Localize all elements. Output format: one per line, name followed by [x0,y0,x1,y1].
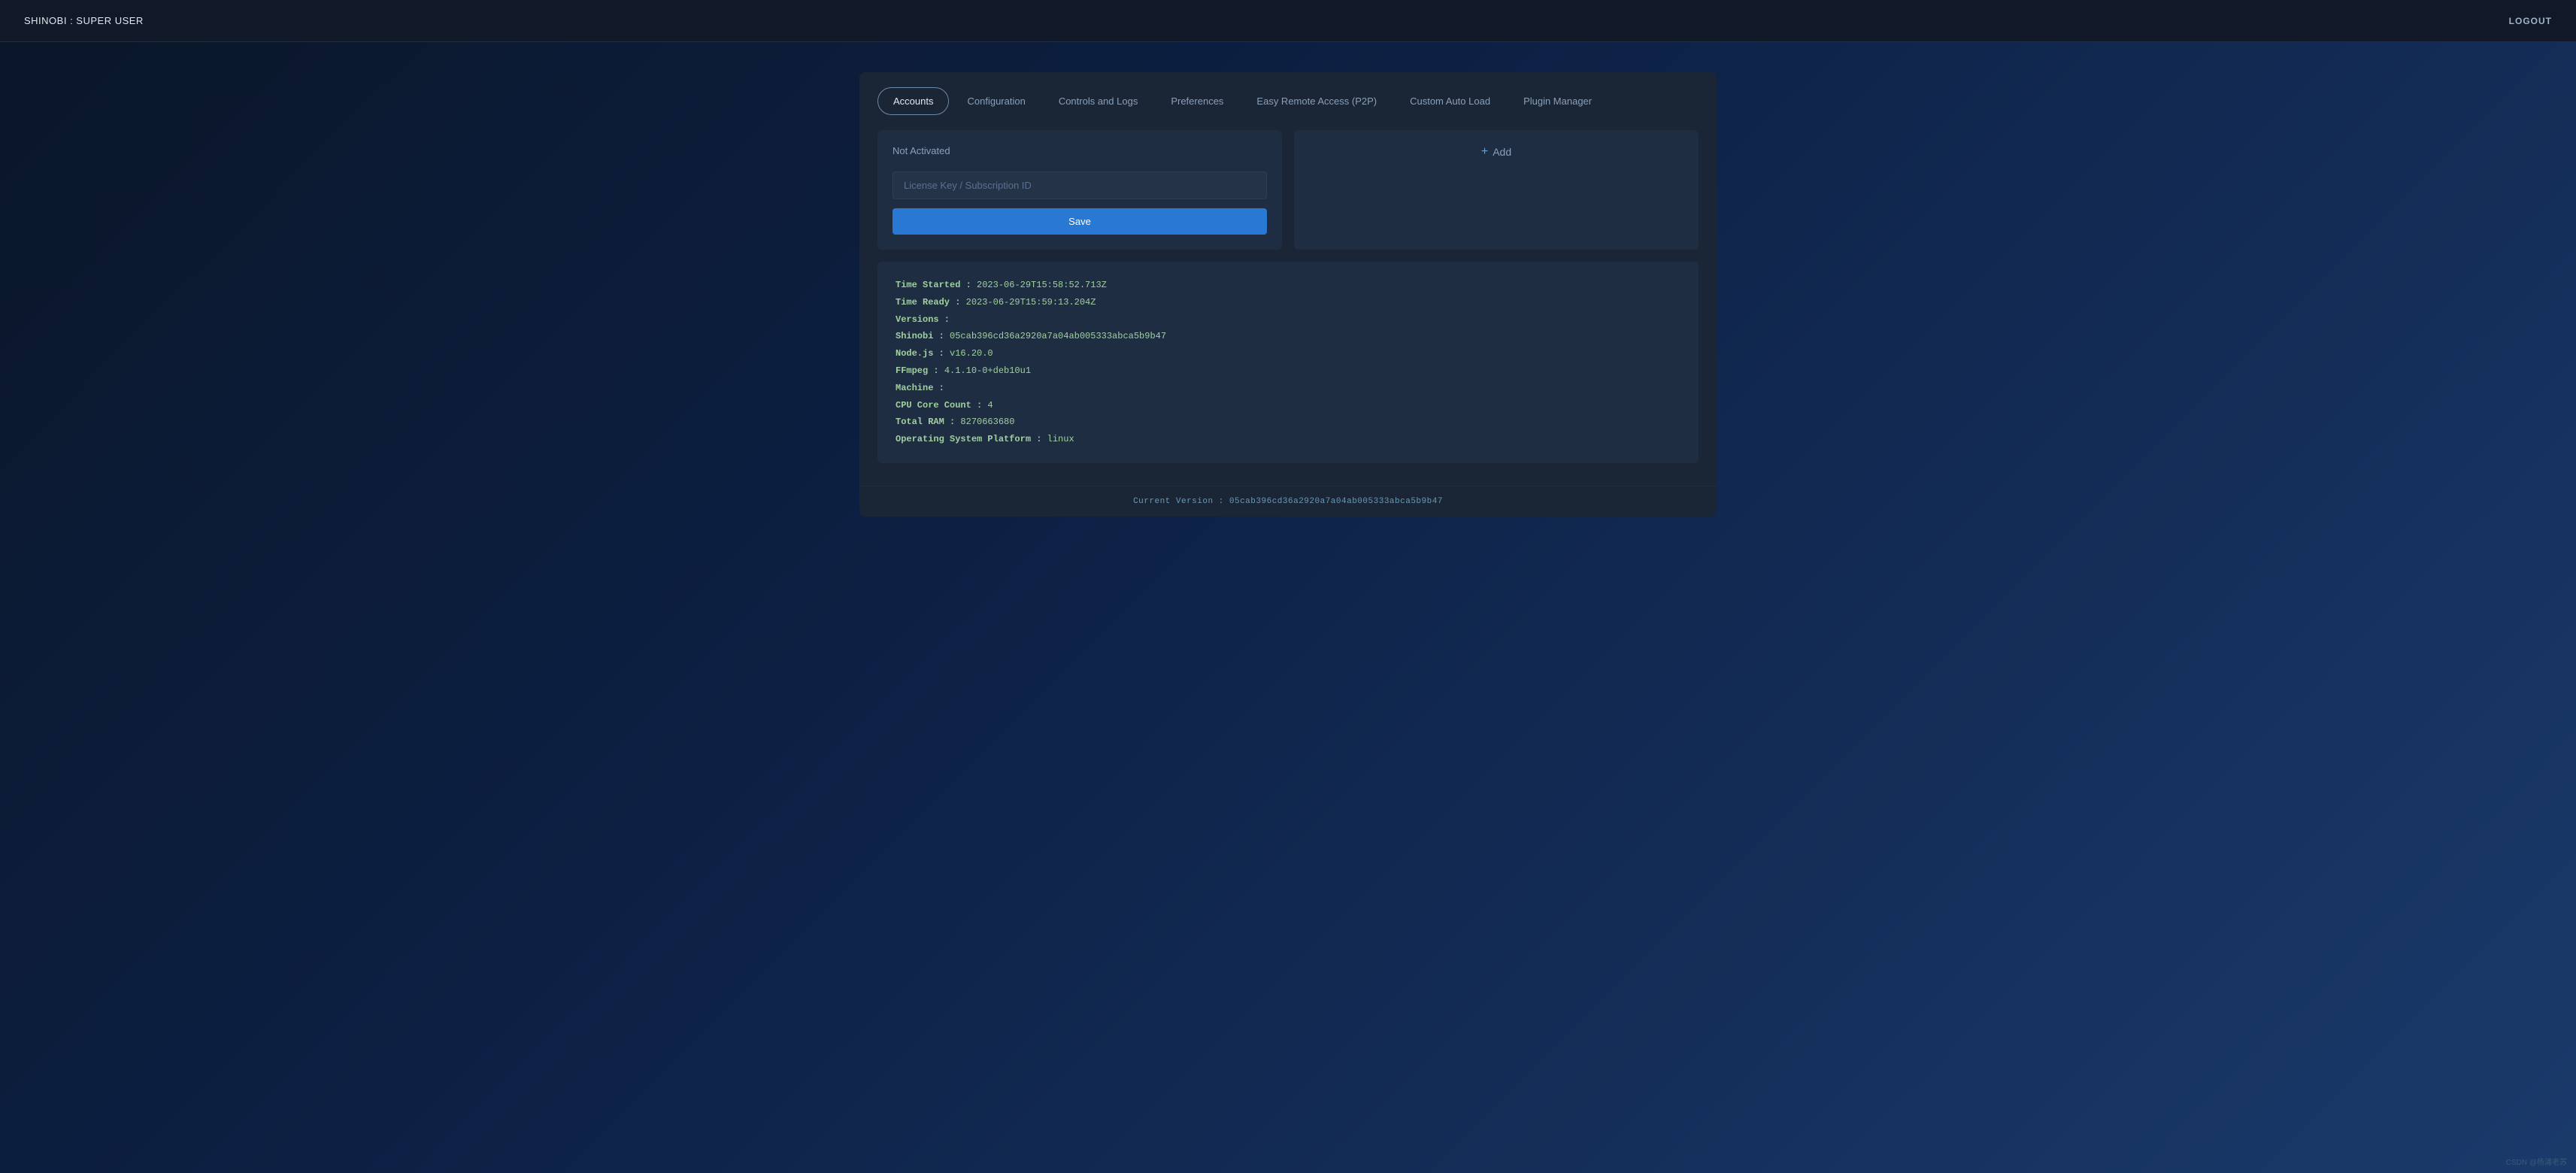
main-card: Accounts Configuration Controls and Logs… [859,72,1717,517]
cpu-label: CPU Core Count : [896,400,987,411]
add-label: Add [1493,146,1511,158]
main-container: Accounts Configuration Controls and Logs… [844,72,1732,517]
save-button[interactable]: Save [893,208,1267,235]
activation-panel: Not Activated Save [877,130,1282,250]
ffmpeg-value: 4.1.10-0+deb10u1 [944,365,1031,376]
top-grid: Not Activated Save + Add [877,130,1699,250]
os-value: linux [1047,434,1074,444]
nodejs-line: Node.js : v16.20.0 [896,345,1680,362]
footer: Current Version : 05cab396cd36a2920a7a04… [859,486,1717,517]
versions-line: Versions : [896,311,1680,329]
tab-content: Not Activated Save + Add Time Started : … [859,115,1717,486]
tab-easy-remote[interactable]: Easy Remote Access (P2P) [1241,88,1392,114]
tab-plugin-manager[interactable]: Plugin Manager [1508,88,1607,114]
machine-line: Machine : [896,380,1680,397]
ram-value: 8270663680 [960,417,1014,427]
ffmpeg-line: FFmpeg : 4.1.10-0+deb10u1 [896,362,1680,380]
os-line: Operating System Platform : linux [896,431,1680,448]
ffmpeg-label: FFmpeg : [896,365,944,376]
watermark: CSDN @杨浦老苏 [2506,1156,2567,1167]
versions-label: Versions : [896,314,950,325]
header: SHINOBI : SUPER USER LOGOUT [0,0,2576,42]
nodejs-value: v16.20.0 [950,348,993,359]
tabs-bar: Accounts Configuration Controls and Logs… [859,72,1717,115]
app-title: SHINOBI : SUPER USER [24,15,144,26]
time-started-line: Time Started : 2023-06-29T15:58:52.713Z [896,277,1680,294]
time-ready-line: Time Ready : 2023-06-29T15:59:13.204Z [896,294,1680,311]
system-info-panel: Time Started : 2023-06-29T15:58:52.713Z … [877,262,1699,463]
cpu-value: 4 [987,400,993,411]
add-button[interactable]: + Add [1481,145,1511,159]
shinobi-value: 05cab396cd36a2920a7a04ab005333abca5b9b47 [950,331,1166,341]
footer-version: Current Version : 05cab396cd36a2920a7a04… [1133,497,1443,506]
plus-icon: + [1481,145,1488,159]
ram-label: Total RAM : [896,417,960,427]
os-label: Operating System Platform : [896,434,1047,444]
add-panel: + Add [1294,130,1699,250]
logout-button[interactable]: LOGOUT [2509,16,2552,26]
machine-label: Machine : [896,383,944,393]
shinobi-label: Shinobi : [896,331,950,341]
shinobi-line: Shinobi : 05cab396cd36a2920a7a04ab005333… [896,328,1680,345]
tab-custom-auto-load[interactable]: Custom Auto Load [1395,88,1505,114]
tab-controls-logs[interactable]: Controls and Logs [1044,88,1153,114]
time-ready-label: Time Ready : [896,297,966,308]
tab-configuration[interactable]: Configuration [952,88,1040,114]
license-key-input[interactable] [893,171,1267,199]
nodejs-label: Node.js : [896,348,950,359]
ram-line: Total RAM : 8270663680 [896,414,1680,431]
cpu-line: CPU Core Count : 4 [896,397,1680,414]
time-ready-value: 2023-06-29T15:59:13.204Z [966,297,1096,308]
tab-accounts[interactable]: Accounts [877,87,949,115]
time-started-label: Time Started : [896,280,977,290]
time-started-value: 2023-06-29T15:58:52.713Z [977,280,1107,290]
activation-status: Not Activated [893,145,1267,156]
tab-preferences[interactable]: Preferences [1156,88,1238,114]
